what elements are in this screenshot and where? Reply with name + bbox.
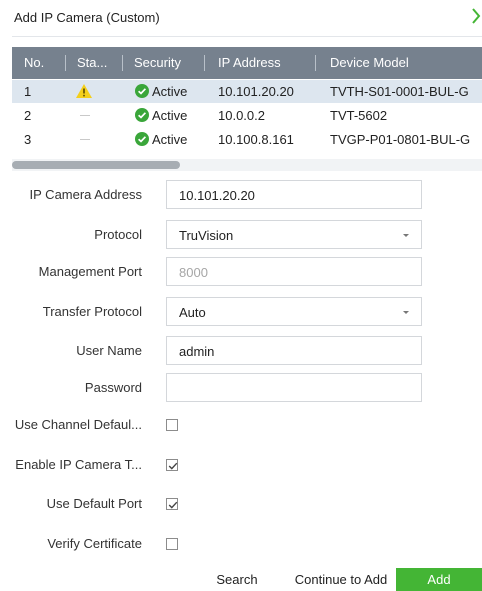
column-header-device-model[interactable]: Device Model: [330, 47, 409, 79]
add-button[interactable]: Add: [396, 568, 482, 591]
ip-address-label: IP Camera Address: [29, 187, 142, 202]
chevron-right-icon[interactable]: [470, 6, 482, 26]
security-status: Active: [152, 84, 188, 99]
column-header-status[interactable]: Sta...: [77, 47, 107, 79]
ip-address-cell: 10.0.0.2: [218, 108, 265, 123]
horizontal-scrollbar[interactable]: [12, 159, 482, 171]
dialog-title: Add IP Camera (Custom): [14, 10, 160, 25]
column-header-no[interactable]: No.: [24, 47, 44, 79]
transfer-protocol-label: Transfer Protocol: [42, 304, 142, 319]
column-header-ip-address[interactable]: IP Address: [218, 47, 281, 79]
verify-certificate-checkbox[interactable]: [166, 538, 178, 550]
status-dash: [80, 115, 90, 116]
dropdown-arrow-icon: [403, 311, 409, 314]
search-button[interactable]: Search: [203, 568, 271, 591]
transfer-protocol-value: Auto: [179, 305, 206, 320]
title-divider: [12, 36, 482, 37]
ip-address-value: 10.101.20.20: [179, 188, 255, 203]
check-circle-icon: [135, 84, 149, 98]
ip-address-input[interactable]: 10.101.20.20: [166, 180, 422, 209]
enable-ip-camera-label: Enable IP Camera T...: [15, 457, 142, 472]
enable-ip-camera-checkbox[interactable]: [166, 459, 178, 471]
protocol-label: Protocol: [94, 227, 142, 242]
column-divider[interactable]: [204, 55, 205, 71]
warning-icon: [76, 84, 92, 98]
row-number: 3: [24, 132, 32, 147]
management-port-input[interactable]: 8000: [166, 257, 422, 286]
verify-certificate-label: Verify Certificate: [47, 536, 142, 551]
use-default-port-checkbox[interactable]: [166, 498, 178, 510]
user-name-value: admin: [179, 344, 215, 359]
password-label: Password: [84, 380, 142, 395]
use-default-port-label: Use Default Port: [46, 496, 142, 511]
ip-address-cell: 10.100.8.161: [218, 132, 294, 147]
protocol-value: TruVision: [179, 228, 234, 243]
transfer-protocol-select[interactable]: Auto: [166, 297, 422, 326]
protocol-select[interactable]: TruVision: [166, 220, 422, 249]
use-channel-default-checkbox[interactable]: [166, 419, 178, 431]
check-circle-icon: [135, 108, 149, 122]
column-divider[interactable]: [122, 55, 123, 71]
status-dash: [80, 139, 90, 140]
user-name-input[interactable]: admin: [166, 336, 422, 365]
row-number: 1: [24, 84, 32, 99]
table-header: No. Sta... Security IP Address Device Mo…: [12, 47, 482, 79]
column-header-security[interactable]: Security: [134, 47, 181, 79]
management-port-label: Management Port: [38, 264, 142, 279]
continue-to-add-button[interactable]: Continue to Add: [291, 568, 391, 591]
device-model-cell: TVGP-P01-0801-BUL-G: [330, 132, 471, 147]
column-divider[interactable]: [315, 55, 316, 71]
row-number: 2: [24, 108, 32, 123]
security-status: Active: [152, 132, 188, 147]
table-row[interactable]: 1 Active 10.101.20.20 TVTH-S01-0001-BUL-…: [12, 80, 482, 103]
user-name-label: User Name: [76, 343, 142, 358]
checkmark-icon: [168, 501, 178, 509]
ip-address-cell: 10.101.20.20: [218, 84, 294, 99]
security-status: Active: [152, 108, 188, 123]
dropdown-arrow-icon: [403, 234, 409, 237]
device-model-cell: TVTH-S01-0001-BUL-G: [330, 84, 469, 99]
password-input[interactable]: [166, 373, 422, 402]
device-model-cell: TVT-5602: [330, 108, 388, 123]
table-row[interactable]: 2 Active 10.0.0.2 TVT-5602: [12, 104, 482, 127]
management-port-placeholder: 8000: [179, 265, 208, 280]
use-channel-default-label: Use Channel Defaul...: [14, 417, 142, 432]
table-row[interactable]: 3 Active 10.100.8.161 TVGP-P01-0801-BUL-…: [12, 128, 482, 151]
check-circle-icon: [135, 132, 149, 146]
camera-table: No. Sta... Security IP Address Device Mo…: [12, 47, 482, 171]
dialog-titlebar: Add IP Camera (Custom): [0, 0, 482, 37]
scrollbar-thumb[interactable]: [12, 161, 180, 169]
checkmark-icon: [168, 462, 178, 470]
column-divider[interactable]: [65, 55, 66, 71]
